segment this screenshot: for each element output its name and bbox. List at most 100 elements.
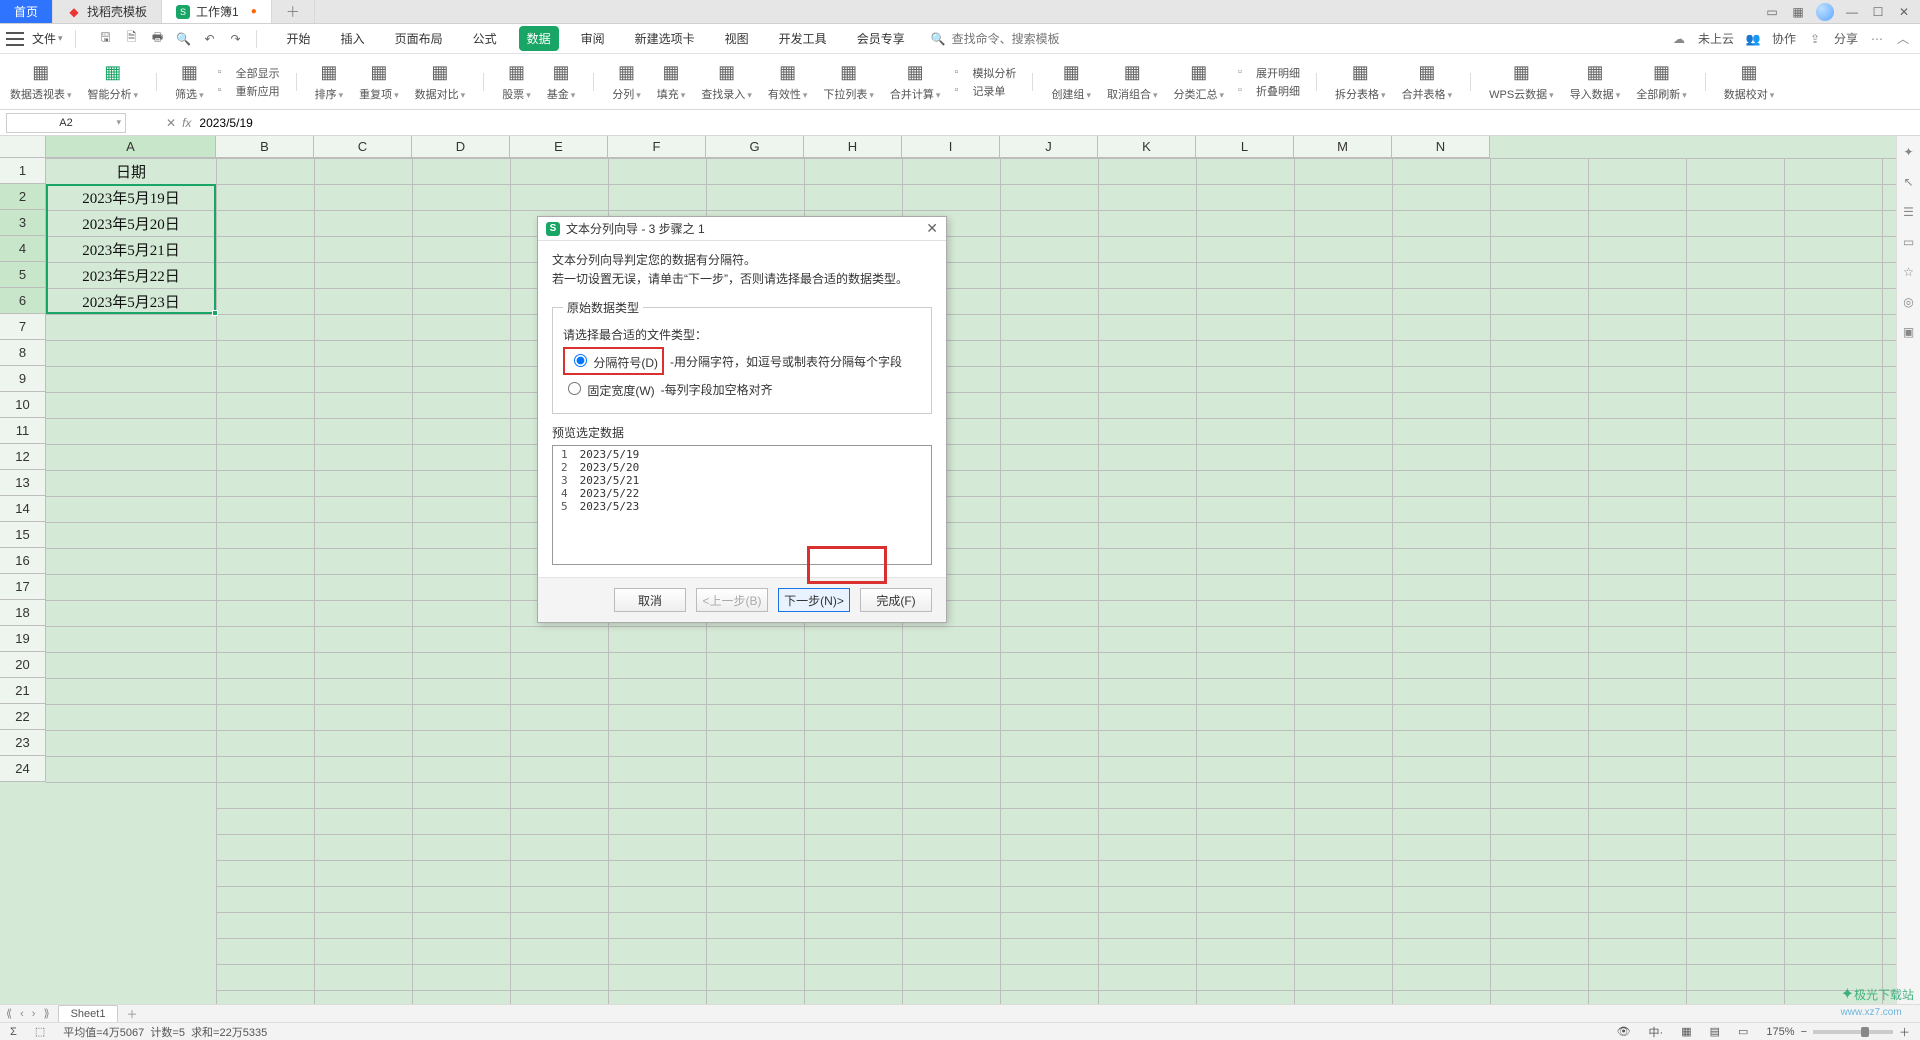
view-eye-icon[interactable]: 👁 [1617, 1025, 1631, 1038]
tab-home[interactable]: 首页 [0, 0, 53, 23]
coop-icon[interactable]: 👥 [1746, 32, 1760, 46]
sheet-nav-prev[interactable]: ‹ [20, 1008, 24, 1020]
view-lang-icon[interactable]: 中· [1649, 1024, 1664, 1040]
row-header-6[interactable]: 6 [0, 288, 46, 314]
formula-input[interactable] [197, 115, 497, 131]
command-search-input[interactable] [950, 31, 1070, 47]
next-button[interactable]: 下一步(N)> [778, 588, 850, 612]
ribbon-item-2[interactable]: ▦筛选▾ [173, 62, 206, 102]
dialog-title-bar[interactable]: S 文本分列向导 - 3 步骤之 1 ✕ [538, 217, 946, 241]
close-icon[interactable]: ✕ [1896, 4, 1912, 20]
ribbon-item-4[interactable]: ▦排序▾ [313, 62, 346, 102]
chevron-up-icon[interactable]: ︿ [1896, 32, 1910, 46]
ribbon-item-7[interactable]: ▦股票▾ [500, 62, 533, 102]
ribbon-item-21[interactable]: ▦合并表格▾ [1400, 62, 1455, 102]
ribbon-item-8[interactable]: ▦基金▾ [545, 62, 578, 102]
zoom-control[interactable]: 175% − ＋ [1766, 1024, 1910, 1040]
row-header-24[interactable]: 24 [0, 756, 46, 782]
column-header-G[interactable]: G [706, 136, 804, 158]
ribbon-item-1[interactable]: ▦智能分析▾ [86, 62, 141, 102]
row-header-18[interactable]: 18 [0, 600, 46, 626]
cell-A2[interactable]: 2023年5月19日 [46, 184, 216, 210]
ribbon-item-18[interactable]: ▦分类汇总▾ [1172, 62, 1227, 102]
ribbon-item[interactable]: ▫模拟分析 [954, 65, 1016, 81]
minimize-icon[interactable]: — [1844, 4, 1860, 20]
chevron-down-icon[interactable]: ▾ [116, 117, 121, 128]
ribbon-item-9[interactable]: ▦分列▾ [610, 62, 643, 102]
clipboard-icon[interactable]: ▭ [1901, 234, 1917, 250]
avatar[interactable] [1816, 3, 1834, 21]
name-box[interactable]: A2 ▾ [6, 113, 126, 133]
zoom-in-icon[interactable]: ＋ [1899, 1024, 1910, 1040]
ribbon-tab-9[interactable]: 会员专享 [849, 26, 913, 51]
ribbon-item-11[interactable]: ▦查找录入▾ [699, 62, 754, 102]
zoom-out-icon[interactable]: − [1801, 1026, 1807, 1038]
coop-label[interactable]: 协作 [1772, 30, 1796, 47]
column-header-K[interactable]: K [1098, 136, 1196, 158]
ribbon-item-22[interactable]: ▦WPS云数据▾ [1487, 62, 1556, 102]
cancel-formula-icon[interactable]: ✕ [166, 116, 176, 130]
cells[interactable]: 日期2023年5月19日2023年5月20日2023年5月21日2023年5月2… [46, 158, 1896, 1004]
sparkle-icon[interactable]: ✦ [1901, 144, 1917, 160]
delimited-radio[interactable]: 分隔符号(D) [569, 356, 658, 370]
maximize-icon[interactable]: ☐ [1870, 4, 1886, 20]
command-search[interactable]: 🔍 [931, 31, 1070, 47]
fixed-width-radio[interactable]: 固定宽度(W) [563, 379, 655, 399]
settings-icon[interactable]: ☰ [1901, 204, 1917, 220]
ribbon-item-20[interactable]: ▦拆分表格▾ [1333, 62, 1388, 102]
finish-button[interactable]: 完成(F) [860, 588, 932, 612]
row-header-20[interactable]: 20 [0, 652, 46, 678]
row-header-1[interactable]: 1 [0, 158, 46, 184]
column-header-B[interactable]: B [216, 136, 314, 158]
cloud-icon[interactable]: ☁ [1672, 32, 1686, 46]
ribbon-item-14[interactable]: ▦合并计算▾ [888, 62, 943, 102]
ribbon-item-0[interactable]: ▦数据透视表▾ [8, 62, 74, 102]
ribbon-item-17[interactable]: ▦取消组合▾ [1105, 62, 1160, 102]
zoom-slider-handle[interactable] [1861, 1027, 1869, 1037]
column-header-E[interactable]: E [510, 136, 608, 158]
ribbon-item-5[interactable]: ▦重复项▾ [357, 62, 401, 102]
redo-icon[interactable]: ↷ [228, 31, 244, 47]
tab-workbook[interactable]: S 工作簿1 ● [162, 0, 272, 23]
hamburger-icon[interactable] [6, 32, 24, 46]
grid-apps-icon[interactable]: ▦ [1790, 4, 1806, 20]
ribbon-item-13[interactable]: ▦下拉列表▾ [821, 62, 876, 102]
sheet-nav-last[interactable]: ⟫ [43, 1007, 49, 1020]
row-header-5[interactable]: 5 [0, 262, 46, 288]
row-header-8[interactable]: 8 [0, 340, 46, 366]
row-header-16[interactable]: 16 [0, 548, 46, 574]
view-normal-icon[interactable]: ▦ [1681, 1025, 1691, 1038]
save-as-icon[interactable]: 🗎 [124, 31, 140, 47]
column-header-L[interactable]: L [1196, 136, 1294, 158]
ribbon-tab-5[interactable]: 审阅 [573, 26, 613, 51]
print-icon[interactable]: 🖶 [150, 31, 166, 47]
ribbon-tab-1[interactable]: 插入 [333, 26, 373, 51]
cloud-label[interactable]: 未上云 [1698, 30, 1734, 47]
layers-icon[interactable]: ▣ [1901, 324, 1917, 340]
ribbon-tab-6[interactable]: 新建选项卡 [627, 26, 703, 51]
row-header-15[interactable]: 15 [0, 522, 46, 548]
ribbon-tab-8[interactable]: 开发工具 [771, 26, 835, 51]
sheet-nav-next[interactable]: › [32, 1008, 36, 1020]
column-header-J[interactable]: J [1000, 136, 1098, 158]
cancel-button[interactable]: 取消 [614, 588, 686, 612]
row-header-2[interactable]: 2 [0, 184, 46, 210]
view-layout-icon[interactable]: ▤ [1710, 1025, 1720, 1038]
ribbon-item-12[interactable]: ▦有效性▾ [766, 62, 810, 102]
ribbon-item[interactable]: ▫重新应用 [218, 83, 280, 99]
cell-A1[interactable]: 日期 [46, 158, 216, 184]
layout-icon[interactable]: ▭ [1764, 4, 1780, 20]
grid-area[interactable]: ABCDEFGHIJKLMN 1234567891011121314151617… [0, 136, 1896, 1004]
ribbon-tab-4[interactable]: 数据 [519, 26, 559, 51]
tab-new[interactable]: ＋ [272, 0, 315, 23]
tab-template[interactable]: ◆ 找稻壳模板 [53, 0, 162, 23]
cell-A4[interactable]: 2023年5月21日 [46, 236, 216, 262]
ribbon-item[interactable]: ▫记录单 [954, 83, 1016, 99]
save-icon[interactable]: 🖫 [98, 31, 114, 47]
row-header-17[interactable]: 17 [0, 574, 46, 600]
status-sigma-icon[interactable]: Σ [10, 1026, 17, 1038]
file-menu[interactable]: 文件▾ [32, 30, 63, 47]
row-header-19[interactable]: 19 [0, 626, 46, 652]
cell-A6[interactable]: 2023年5月23日 [46, 288, 216, 314]
fx-icon[interactable]: fx [182, 116, 191, 130]
